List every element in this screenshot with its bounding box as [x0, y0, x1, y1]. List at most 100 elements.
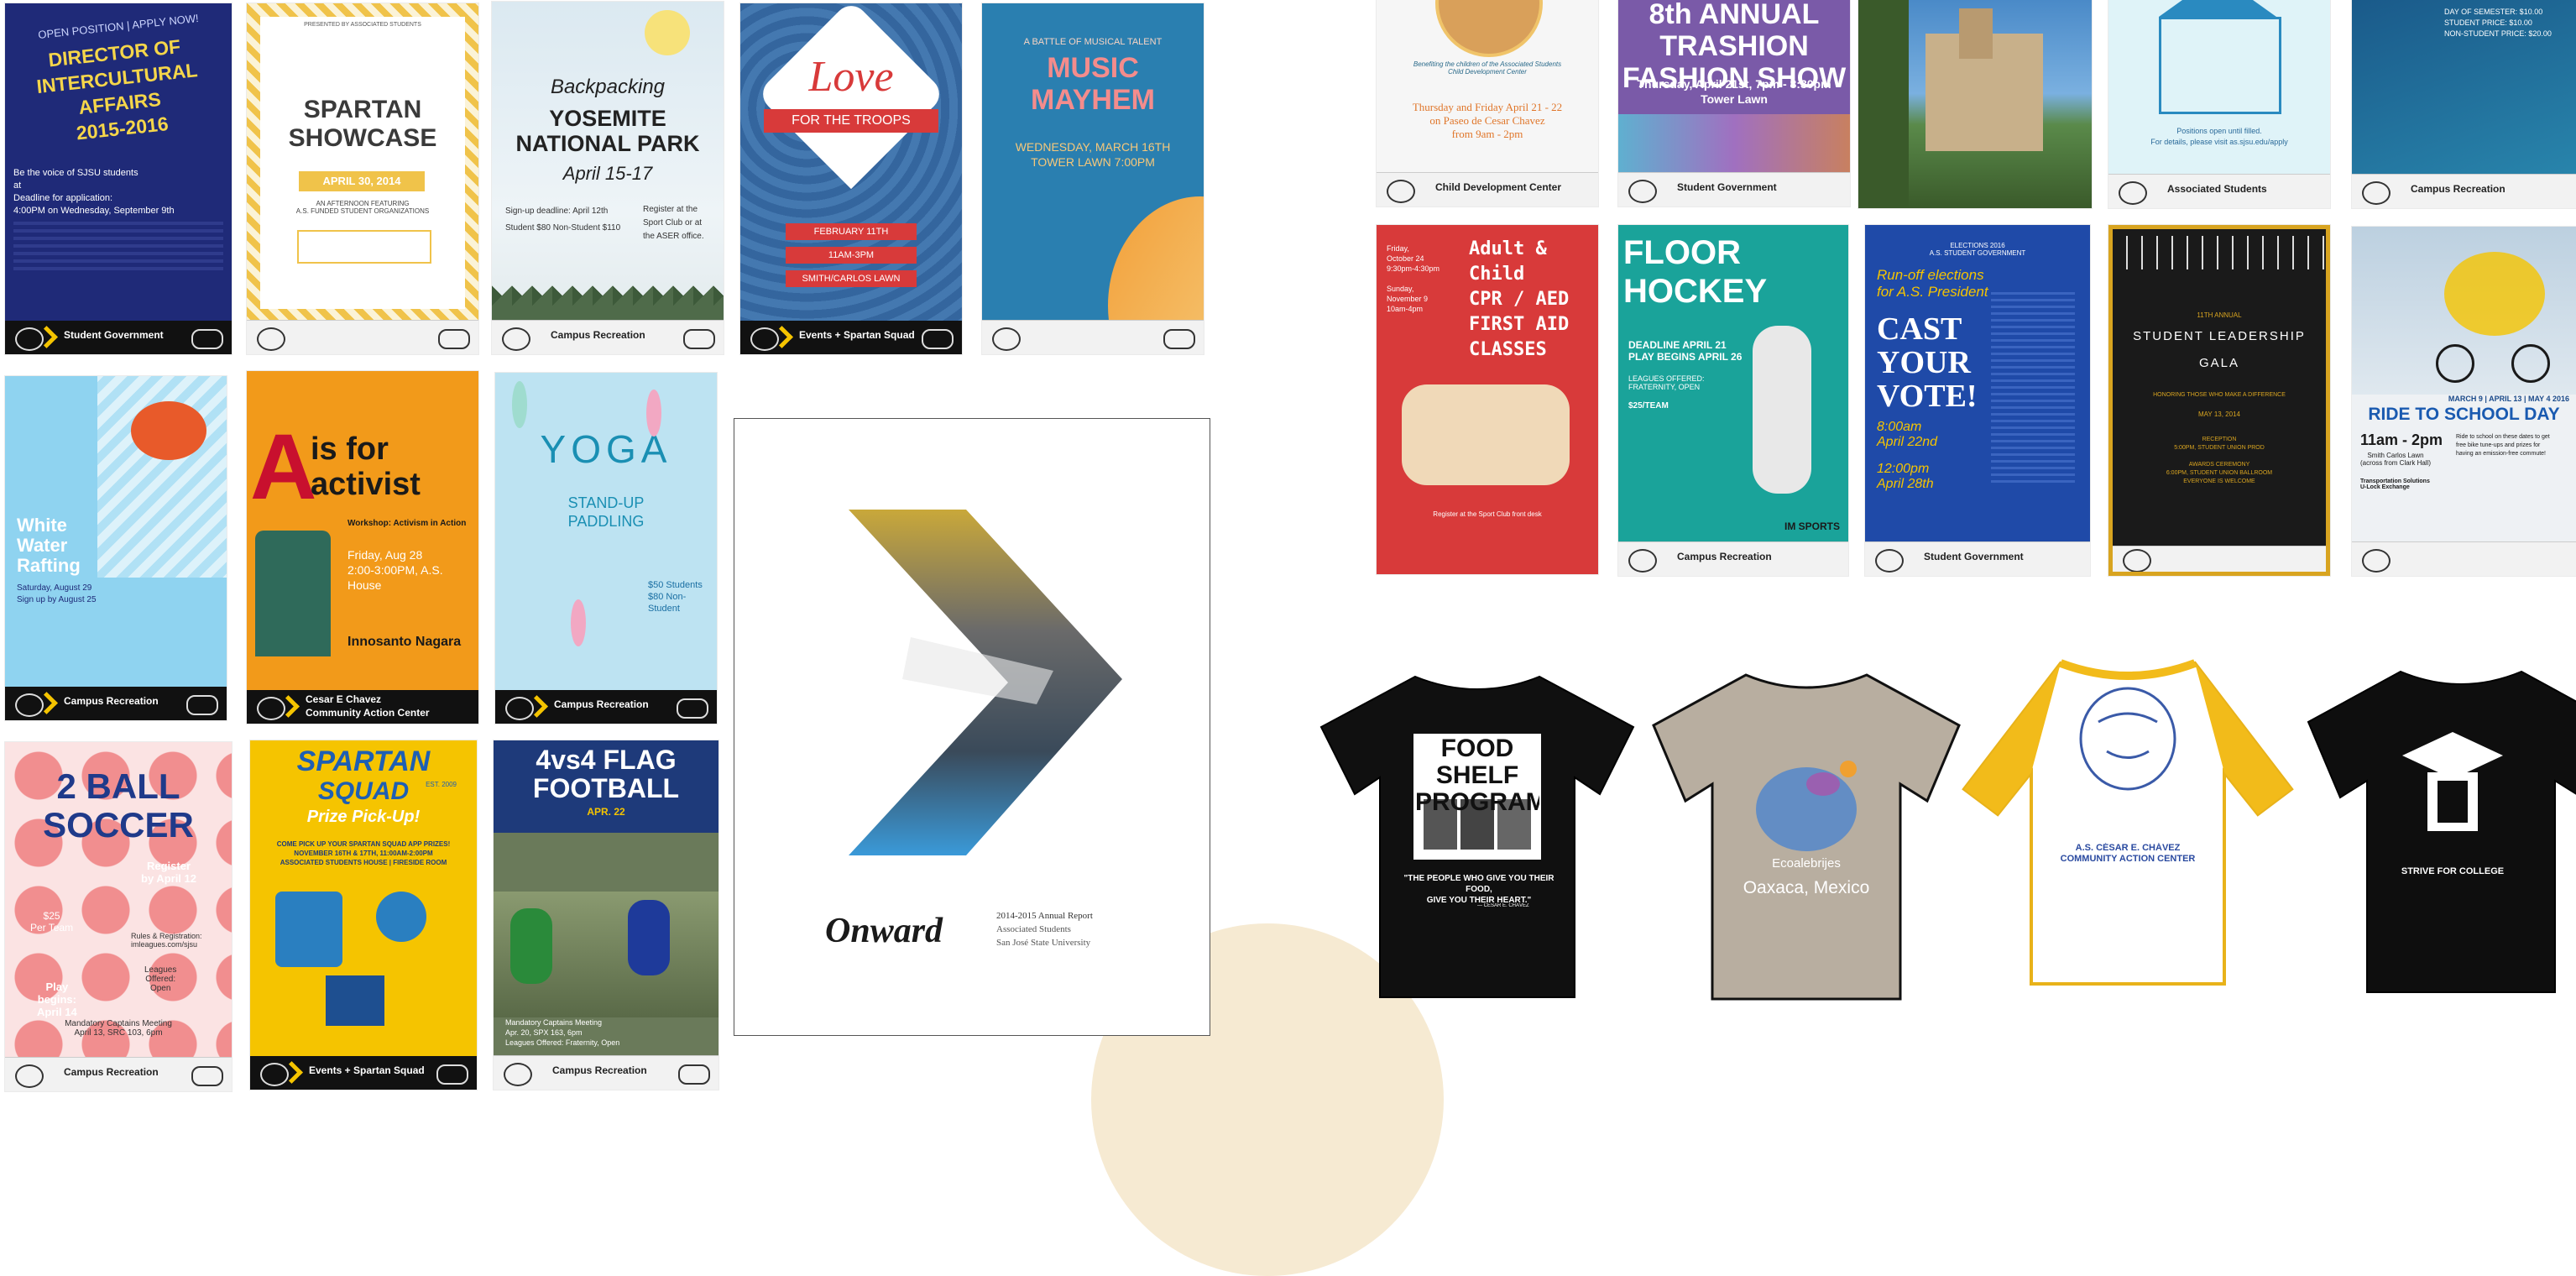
- poster-a-is-for-activist: A is for activist Workshop: Activism in …: [247, 371, 478, 724]
- poster-activist-footer: Cesar E Chavez Community Action Center: [306, 693, 430, 719]
- poster-activist-title: is for activist: [311, 431, 421, 502]
- poster-activist-sub: Workshop: Activism in Action: [347, 519, 467, 528]
- poster-bike-dates: MARCH 9 | APRIL 13 | MAY 4 2016: [2448, 395, 2569, 403]
- tshirt-chavez-raglan: [1962, 659, 2294, 986]
- poster-squad-body: COME PICK UP YOUR SPARTAN SQUAD APP PRIZ…: [276, 840, 451, 866]
- poster-yosemite-right: Register at the Sport Club or at the ASE…: [643, 205, 704, 241]
- poster-hockey-title: FLOOR HOCKEY: [1623, 234, 1768, 310]
- poster-love-footer: Events + Spartan Squad: [799, 329, 915, 341]
- poster-house-text: Positions open until filled. For details…: [2150, 127, 2288, 146]
- poster-soccer-perteam: $25 Per Team: [30, 910, 74, 933]
- poster-cookie-fundraiser: Benefiting the children of the Associate…: [1377, 0, 1598, 207]
- poster-vote-kicker: ELECTIONS 2016 A.S. STUDENT GOVERNMENT: [1929, 242, 2026, 257]
- poster-vote-title: CAST YOUR VOTE!: [1877, 311, 1978, 414]
- poster-love-time: 11AM-3PM: [786, 247, 917, 264]
- poster-soccer-meeting: Mandatory Captains Meeting April 13, SRC…: [65, 1019, 172, 1038]
- tshirt-food-quote: "THE PEOPLE WHO GIVE YOU THEIR FOOD, GIV…: [1403, 874, 1554, 905]
- poster-trashion-place: Tower Lawn: [1701, 92, 1768, 106]
- poster-music-mayhem: A BATTLE OF MUSICAL TALENT MUSIC MAYHEM …: [982, 3, 1204, 354]
- poster-music-kicker: A BATTLE OF MUSICAL TALENT: [1023, 37, 1163, 47]
- poster-yosemite-line1: Backpacking: [550, 76, 666, 98]
- poster-activist-name: Innosanto Nagara: [347, 635, 462, 649]
- poster-flag-footer: Campus Recreation: [552, 1064, 647, 1076]
- poster-squad-footer: Events + Spartan Squad: [309, 1064, 425, 1076]
- poster-bike-ex: Transportation Solutions U-Lock Exchange: [2360, 478, 2430, 490]
- poster-yosemite-line2: YOSEMITE NATIONAL PARK: [515, 106, 700, 156]
- poster-pool-text: DAY OF SEMESTER: $10.00 STUDENT PRICE: $…: [2444, 8, 2552, 38]
- tshirt-food-shelf: [1319, 675, 1635, 998]
- poster-gala-kicker: 11TH ANNUAL: [2197, 311, 2242, 319]
- poster-director-footer: Student Government: [64, 329, 164, 341]
- poster-activist-big-a: A: [250, 416, 317, 519]
- onward-report: 2014-2015 Annual Report: [996, 911, 1093, 921]
- poster-squad-sub: Prize Pick-Up!: [306, 808, 421, 826]
- poster-squad-title: SPARTAN: [296, 745, 431, 777]
- poster-student-leadership-gala: 11TH ANNUAL STUDENT LEADERSHIP GALA HONO…: [2108, 225, 2330, 576]
- poster-4vs4-flag-football: 4vs4 FLAG FOOTBALL APR. 22 Mandatory Cap…: [494, 740, 718, 1090]
- poster-hockey-badge: IM SPORTS: [1784, 520, 1840, 532]
- poster-ride-to-school-day: MARCH 9 | APRIL 13 | MAY 4 2016 RIDE TO …: [2352, 227, 2576, 576]
- tshirt-strive-text: STRIVE FOR COLLEGE: [2401, 866, 2505, 876]
- poster-spartan-showcase: PRESENTED BY ASSOCIATED STUDENTS SPARTAN…: [247, 3, 478, 354]
- poster-cookie-text: Benefiting the children of the Associate…: [1413, 60, 1562, 76]
- poster-director-title: DIRECTOR OF INTERCULTURAL AFFAIRS 2015-2…: [35, 35, 199, 144]
- poster-trashion-date: Thursday, April 21st, 7pm - 8:30pm: [1637, 77, 1831, 91]
- poster-house-footer: Associated Students: [2167, 183, 2267, 195]
- poster-showcase-body: AN AFTERNOON FEATURING A.S. FUNDED STUDE…: [295, 200, 430, 215]
- poster-yoga-price: $50 Students $80 Non-Student: [648, 580, 703, 614]
- poster-hockey-fee: $25/TEAM: [1628, 401, 1669, 411]
- poster-cookie-footer: Child Development Center: [1435, 181, 1562, 193]
- poster-soccer-register: Register by April 12: [141, 860, 196, 885]
- poster-music-title: MUSIC MAYHEM: [1031, 52, 1155, 116]
- poster-gala-title: STUDENT LEADERSHIP GALA: [2133, 329, 2306, 370]
- poster-vote-d1: 8:00am April 22nd: [1877, 420, 1938, 449]
- poster-hockey-deadline: DEADLINE APRIL 21 PLAY BEGINS APRIL 26: [1628, 339, 1743, 363]
- poster-soccer-title: 2 BALL SOCCER: [43, 766, 194, 845]
- poster-love-place: SMITH/CARLOS LAWN: [786, 270, 917, 287]
- poster-yoga-stand-up-paddling: YOGA STAND-UP PADDLING $50 Students $80 …: [495, 373, 717, 724]
- poster-hockey-leagues: LEAGUES OFFERED: FRATERNITY, OPEN: [1628, 374, 1705, 391]
- poster-bike-place: Smith Carlos Lawn (across from Clark Hal…: [2360, 452, 2432, 467]
- poster-gala-sub: HONORING THOSE WHO MAKE A DIFFERENCE: [2153, 392, 2286, 398]
- poster-flag-date: APR. 22: [587, 806, 625, 818]
- tshirt-oaxaca: [1652, 673, 1961, 1001]
- poster-vote-d2: 12:00pm April 28th: [1877, 462, 1934, 491]
- onward-annual-report: Onward 2014-2015 Annual Report Associate…: [734, 418, 1210, 1036]
- poster-cpr-left: Friday, October 24 9:30pm-4:30pm Sunday,…: [1387, 244, 1440, 313]
- poster-activist-date: Friday, Aug 28 2:00-3:00PM, A.S. House: [347, 548, 443, 592]
- onward-chevron-graphic: [849, 510, 1122, 855]
- tshirt-oaxaca-line1: Ecoalebrijes: [1772, 856, 1841, 871]
- poster-spartan-squad-prize-pickup: SPARTAN SQUAD EST. 2009 Prize Pick-Up! C…: [250, 740, 477, 1090]
- poster-hockey-footer: Campus Recreation: [1677, 551, 1772, 562]
- poster-gala-body: RECEPTION 5:00PM, STUDENT UNION PROD AWA…: [2166, 437, 2273, 484]
- onward-title: Onward: [825, 912, 943, 950]
- poster-cpr-aed-first-aid: Friday, October 24 9:30pm-4:30pm Sunday,…: [1377, 225, 1598, 574]
- poster-squad-est: EST. 2009: [426, 781, 457, 788]
- poster-vote-runoff: Run-off elections for A.S. President: [1877, 267, 1988, 300]
- poster-bike-time: 11am - 2pm: [2360, 431, 2443, 448]
- poster-trashion-footer: Student Government: [1677, 181, 1777, 193]
- poster-gala-date: MAY 13, 2014: [2198, 411, 2240, 418]
- poster-pool: DAY OF SEMESTER: $10.00 STUDENT PRICE: $…: [2352, 0, 2576, 208]
- poster-trashion-fashion-show: 8th ANNUAL TRASHION FASHION SHOW Thursda…: [1618, 0, 1850, 207]
- poster-director-body: Be the voice of SJSU students at Deadlin…: [13, 168, 175, 216]
- poster-showcase-title: SPARTAN SHOWCASE: [288, 96, 437, 152]
- poster-yosemite-footer: Campus Recreation: [551, 329, 645, 341]
- poster-soccer-footer: Campus Recreation: [64, 1066, 159, 1078]
- poster-flag-title: 4vs4 FLAG FOOTBALL: [532, 745, 680, 803]
- poster-cookie-date: Thursday and Friday April 21 - 22 on Pas…: [1412, 101, 1563, 140]
- poster-house-positions: Positions open until filled. For details…: [2108, 0, 2330, 208]
- tshirt-oaxaca-line2: Oaxaca, Mexico: [1743, 878, 1870, 897]
- poster-2-ball-soccer: 2 BALL SOCCER Register by April 12 $25 P…: [5, 742, 232, 1091]
- poster-music-date: WEDNESDAY, MARCH 16TH TOWER LAWN 7:00PM: [1015, 140, 1171, 169]
- tshirt-food-by: — CÉSAR E. CHÁVEZ: [1477, 903, 1529, 908]
- poster-rafting-footer: Campus Recreation: [64, 695, 159, 707]
- onward-org: Associated Students: [996, 924, 1071, 934]
- poster-director-intercultural-affairs: OPEN POSITION | APPLY NOW! DIRECTOR OF I…: [5, 3, 232, 354]
- poster-flag-body: Mandatory Captains Meeting Apr. 20, SPX …: [505, 1018, 620, 1047]
- tshirt-food-title: FOOD SHELF PROGRAM: [1415, 735, 1539, 816]
- photo-tower-hall: [1858, 0, 2092, 208]
- poster-soccer-play: Play begins: April 14: [37, 981, 77, 1018]
- poster-showcase-kicker: PRESENTED BY ASSOCIATED STUDENTS: [304, 22, 421, 28]
- poster-yoga-footer: Campus Recreation: [554, 698, 649, 710]
